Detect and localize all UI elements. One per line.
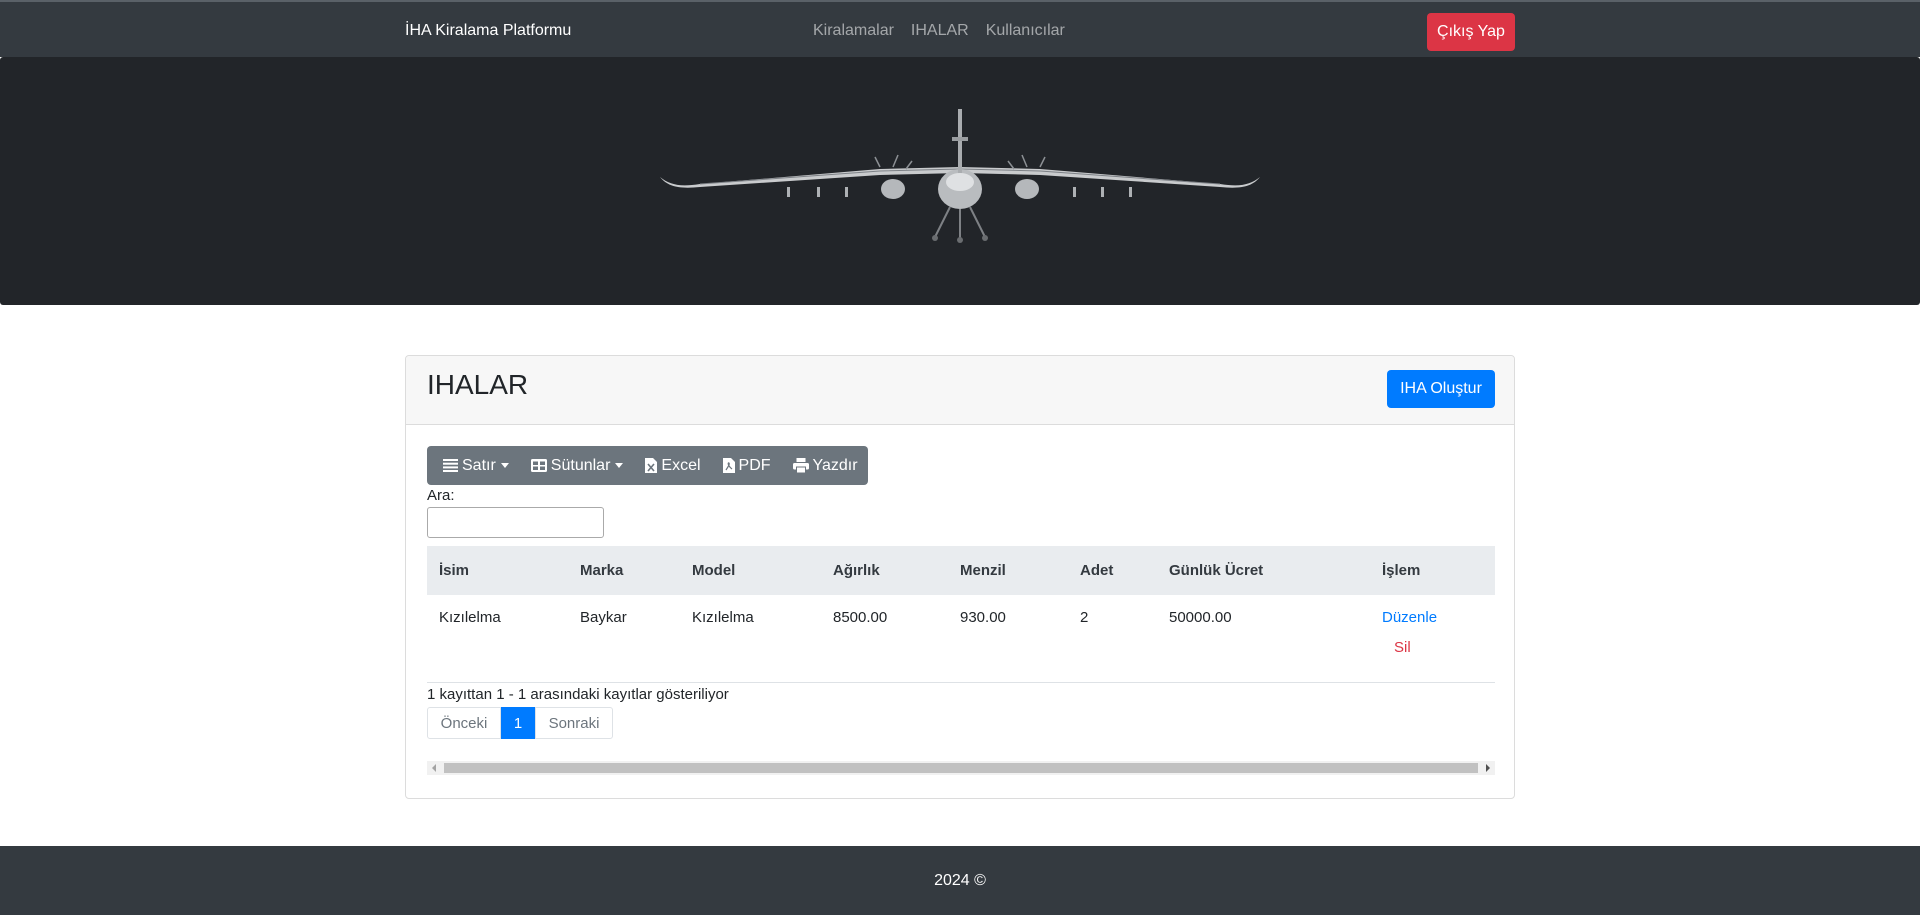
cell-menzil: 930.00 <box>960 609 1006 626</box>
pagination-page-1[interactable]: 1 <box>501 707 535 739</box>
pagination-next-button[interactable]: Sonraki <box>535 707 613 739</box>
scroll-left-icon[interactable] <box>432 764 436 772</box>
print-icon <box>792 458 809 473</box>
ihalar-card: IHALAR IHA Oluştur Satır Sütunlar Excel … <box>405 355 1515 799</box>
hero-banner <box>0 57 1920 305</box>
horizontal-scrollbar[interactable] <box>427 761 1495 775</box>
pdf-label: PDF <box>738 456 771 474</box>
cell-isim: Kızılelma <box>439 609 501 626</box>
column-header-marka[interactable]: Marka <box>568 546 680 595</box>
iha-table: İsim Marka Model Ağırlık Menzil Adet Gün… <box>427 546 1495 683</box>
card-header: IHALAR IHA Oluştur <box>406 356 1514 425</box>
column-header-isim[interactable]: İsim <box>427 546 568 595</box>
table-icon <box>530 459 547 472</box>
excel-button[interactable]: Excel <box>645 456 701 475</box>
print-button[interactable]: Yazdır <box>792 456 858 475</box>
column-header-gunluk-ucret[interactable]: Günlük Ücret <box>1157 546 1370 595</box>
search-label: Ara: <box>427 487 455 504</box>
caret-down-icon <box>500 463 509 468</box>
file-pdf-icon <box>722 458 735 473</box>
scroll-right-icon[interactable] <box>1486 764 1490 772</box>
excel-label: Excel <box>661 456 701 474</box>
cell-gunluk-ucret: 50000.00 <box>1169 609 1232 626</box>
pagination-prev-button[interactable]: Önceki <box>427 707 501 739</box>
table-info: 1 kayıttan 1 - 1 arasındaki kayıtlar gös… <box>427 686 729 703</box>
drone-image <box>660 109 1260 243</box>
nav-link-kullanicilar[interactable]: Kullanıcılar <box>986 22 1065 40</box>
cell-agirlik: 8500.00 <box>833 609 888 626</box>
column-header-adet[interactable]: Adet <box>1068 546 1157 595</box>
edit-link[interactable]: Düzenle <box>1382 609 1483 626</box>
footer-text: 2024 © <box>934 871 986 889</box>
iha-table-container: İsim Marka Model Ağırlık Menzil Adet Gün… <box>427 546 1495 683</box>
nav-link-ihalar[interactable]: IHALAR <box>911 22 969 40</box>
column-header-agirlik[interactable]: Ağırlık <box>821 546 948 595</box>
column-header-islem[interactable]: İşlem <box>1370 546 1495 595</box>
file-excel-icon <box>645 458 658 473</box>
caret-down-icon <box>615 463 624 468</box>
nav-links: Kiralamalar IHALAR Kullanıcılar <box>813 22 1065 40</box>
print-label: Yazdır <box>812 456 858 474</box>
list-icon <box>443 459 458 472</box>
create-iha-button[interactable]: IHA Oluştur <box>1387 370 1495 408</box>
column-header-menzil[interactable]: Menzil <box>948 546 1068 595</box>
cell-adet: 2 <box>1080 609 1089 626</box>
pagination: Önceki 1 Sonraki <box>427 707 613 739</box>
cell-islem: Düzenle Sil <box>1370 595 1495 682</box>
table-row: Kızılelma Baykar Kızılelma 8500.00 930.0… <box>427 595 1495 682</box>
pdf-button[interactable]: PDF <box>722 456 771 475</box>
search-input[interactable] <box>427 507 604 538</box>
rows-label: Satır <box>462 456 496 474</box>
rows-dropdown-button[interactable]: Satır <box>443 457 509 475</box>
table-toolbar: Satır Sütunlar Excel PDF Yazdır <box>427 446 868 485</box>
scrollbar-thumb[interactable] <box>444 763 1478 773</box>
column-header-model[interactable]: Model <box>680 546 821 595</box>
cell-model: Kızılelma <box>692 609 754 626</box>
page-title: IHALAR <box>427 369 529 400</box>
brand-link[interactable]: İHA Kiralama Platformu <box>405 22 571 40</box>
nav-link-kiralamalar[interactable]: Kiralamalar <box>813 22 894 40</box>
footer: 2024 © <box>0 846 1920 915</box>
columns-dropdown-button[interactable]: Sütunlar <box>530 456 624 475</box>
top-navbar: İHA Kiralama Platformu Kiralamalar IHALA… <box>0 0 1920 57</box>
delete-link[interactable]: Sil <box>1394 639 1483 656</box>
logout-button[interactable]: Çıkış Yap <box>1427 13 1515 51</box>
columns-label: Sütunlar <box>550 456 611 474</box>
table-header-row: İsim Marka Model Ağırlık Menzil Adet Gün… <box>427 546 1495 595</box>
cell-marka: Baykar <box>580 609 627 626</box>
